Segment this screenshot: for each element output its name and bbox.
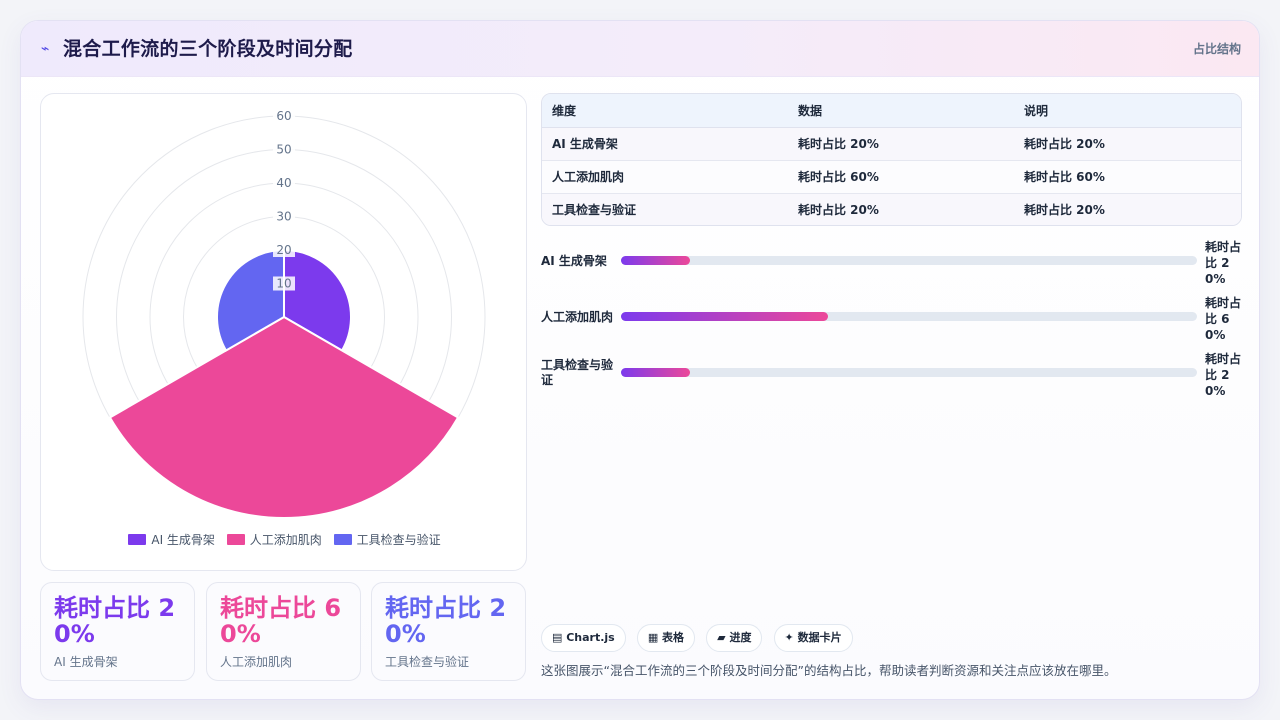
progress-row-human: 人工添加肌肉 耗时占比 60% <box>541 295 1243 345</box>
progress-track <box>621 256 1197 265</box>
kpi-card-human: 耗时占比 60% 人工添加肌肉 <box>206 582 361 681</box>
kpi-label: AI 生成骨架 <box>54 655 118 669</box>
column-header: 维度 <box>542 94 788 128</box>
page-title: 混合工作流的三个阶段及时间分配 <box>63 38 353 60</box>
kpi-label: 工具检查与验证 <box>385 655 470 669</box>
kpi-label: 人工添加肌肉 <box>220 655 293 669</box>
chip-data-card[interactable]: ✦ 数据卡片 <box>773 624 853 652</box>
table-cell: 工具检查与验证 <box>542 193 788 225</box>
column-header: 说明 <box>1014 94 1241 128</box>
r-tick-label: 20 <box>276 243 291 257</box>
chart-legend: AI 生成骨架 人工添加肌肉 工具检查与验证 <box>41 532 528 552</box>
chip-chartjs[interactable]: ▤ Chart.js <box>541 624 626 652</box>
table-cell: 耗时占比 20% <box>1014 193 1241 225</box>
legend-label: 工具检查与验证 <box>356 533 441 547</box>
progress-value: 耗时占比 20% <box>1205 240 1242 286</box>
table-cell: 耗时占比 20% <box>1014 127 1241 161</box>
kpi-card-ai: 耗时占比 20% AI 生成骨架 <box>40 582 195 681</box>
table-cell: 耗时占比 60% <box>788 160 1014 194</box>
kpi-value: 耗时占比 60% <box>220 594 342 648</box>
polar-wedge[interactable] <box>108 315 460 519</box>
legend-label: AI 生成骨架 <box>151 533 215 547</box>
progress-label: 工具检查与验证 <box>541 358 614 387</box>
progress-value: 耗时占比 60% <box>1205 296 1242 342</box>
spark-icon: ⌁ <box>41 41 50 57</box>
kpi-card-tool: 耗时占比 20% 工具检查与验证 <box>371 582 526 681</box>
legend-item-tool[interactable]: 工具检查与验证 <box>333 532 441 548</box>
legend-swatch <box>226 534 245 545</box>
kpi-value: 耗时占比 20% <box>385 594 507 648</box>
table-cell: 耗时占比 60% <box>1014 160 1241 194</box>
legend-swatch <box>128 534 147 545</box>
table-cell: AI 生成骨架 <box>542 127 788 161</box>
legend-item-human[interactable]: 人工添加肌肉 <box>226 532 322 548</box>
chip-table[interactable]: ▦ 表格 <box>636 624 696 652</box>
table-row: 工具检查与验证 耗时占比 20% 耗时占比 20% <box>542 193 1241 225</box>
table-row: 人工添加肌肉 耗时占比 60% 耗时占比 60% <box>542 160 1241 194</box>
progress-fill <box>621 368 691 377</box>
progress-track <box>621 368 1197 377</box>
column-header: 数据 <box>788 94 1014 128</box>
progress-fill <box>621 256 691 265</box>
progress-row-ai: AI 生成骨架 耗时占比 20% <box>541 239 1243 289</box>
r-tick-label: 50 <box>276 143 291 157</box>
polar-area-chart: 10 20 30 40 50 60 <box>82 109 486 519</box>
progress-row-tool: 工具检查与验证 耗时占比 20% <box>541 351 1243 401</box>
chart-description: 这张图展示“混合工作流的三个阶段及时间分配”的结构占比，帮助读者判断资源和关注点… <box>541 663 1117 678</box>
table-cell: 人工添加肌肉 <box>542 160 788 194</box>
polar-chart-panel: 10 20 30 40 50 60 AI 生成骨架 人工添加肌肉 工具检查与验证 <box>40 93 527 571</box>
progress-track <box>621 312 1197 321</box>
header: ⌁ 混合工作流的三个阶段及时间分配 占比结构 <box>21 21 1259 77</box>
r-tick-label: 30 <box>276 210 291 224</box>
table-header-row: 维度 数据 说明 <box>542 94 1241 128</box>
legend-label: 人工添加肌肉 <box>249 533 322 547</box>
tech-chips: ▤ Chart.js ▦ 表格 ▰ 进度 ✦ 数据卡片 <box>541 624 859 652</box>
r-tick-label: 10 <box>276 277 291 291</box>
legend-swatch <box>333 534 352 545</box>
progress-value: 耗时占比 20% <box>1205 352 1242 398</box>
progress-fill <box>621 312 829 321</box>
chip-progress[interactable]: ▰ 进度 <box>706 624 763 652</box>
dashboard-card: ⌁ 混合工作流的三个阶段及时间分配 占比结构 10 20 30 40 50 60 AI 生… <box>20 20 1260 700</box>
progress-label: 人工添加肌肉 <box>541 310 614 324</box>
legend-item-ai[interactable]: AI 生成骨架 <box>128 532 215 548</box>
table-cell: 耗时占比 20% <box>788 193 1014 225</box>
kpi-value: 耗时占比 20% <box>54 594 176 648</box>
table-row: AI 生成骨架 耗时占比 20% 耗时占比 20% <box>542 127 1241 161</box>
chart-type-tag: 占比结构 <box>1192 42 1241 56</box>
progress-label: AI 生成骨架 <box>541 254 607 268</box>
r-tick-label: 60 <box>276 109 291 123</box>
table-cell: 耗时占比 20% <box>788 127 1014 161</box>
data-table: 维度 数据 说明 AI 生成骨架 耗时占比 20% 耗时占比 20% 人工添加肌… <box>541 93 1242 226</box>
r-tick-label: 40 <box>276 176 291 190</box>
